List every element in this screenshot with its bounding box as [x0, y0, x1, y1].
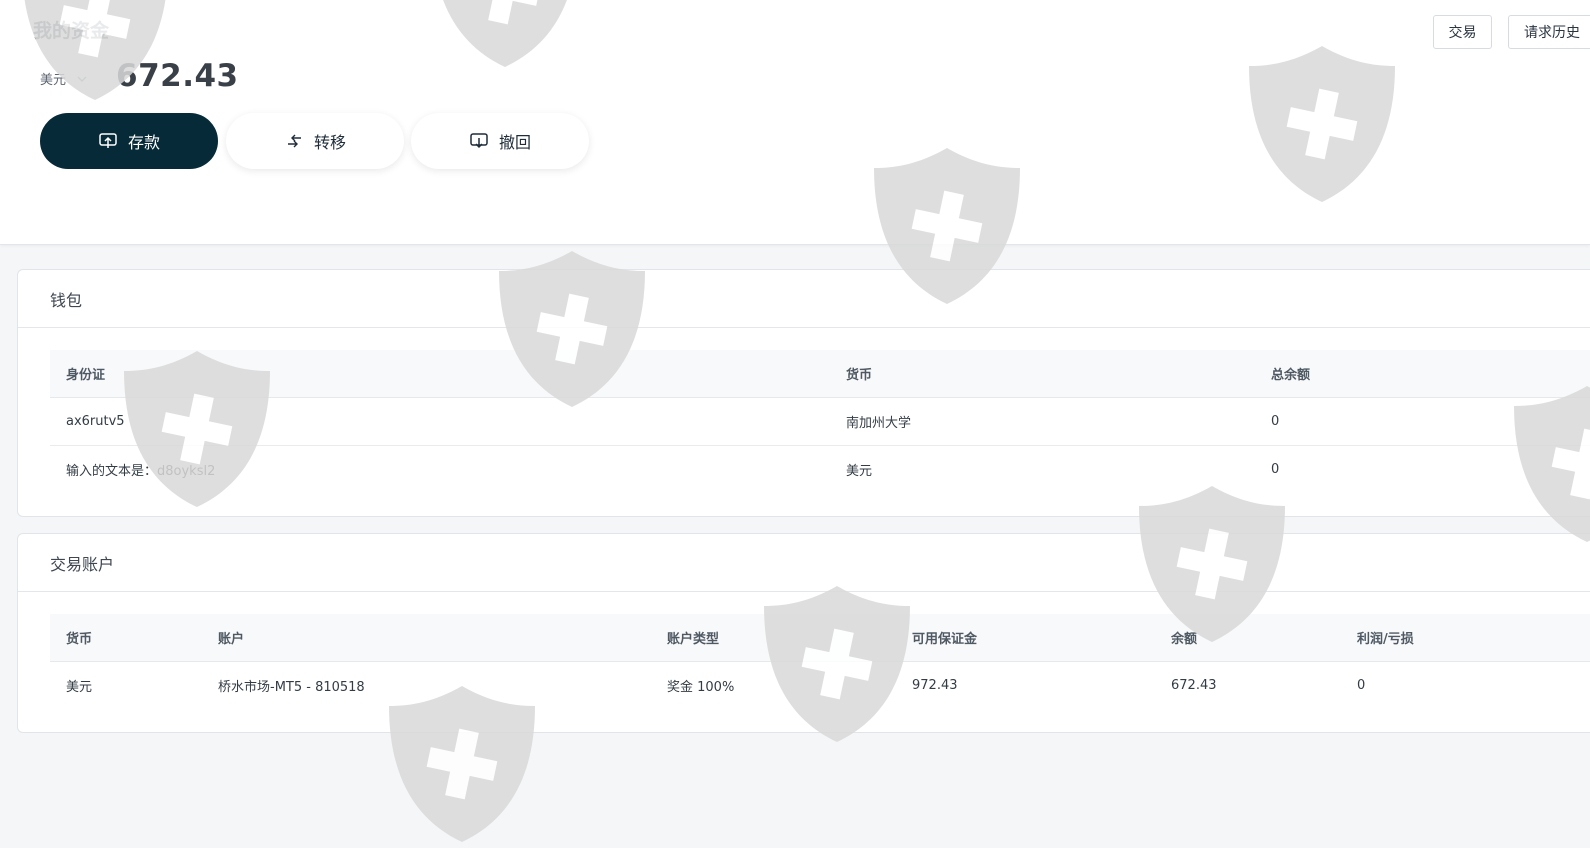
account-name: 桥水市场-MT5 - 810518: [218, 680, 365, 695]
wallet-table: 身份证 货币 总余额 ax6rutv5 南加州大学 0 输入的文本是：d8oyk…: [50, 350, 1590, 493]
currency-select[interactable]: 美元: [40, 69, 88, 88]
account-type: 奖金 100%: [667, 680, 735, 695]
deposit-button-label: 存款: [127, 133, 160, 152]
funds-header-panel: 我的资金 美元 672.43 存款 转移 撤回 交易 请求历史: [0, 0, 1590, 245]
deposit-button[interactable]: 存款: [40, 113, 218, 169]
wallet-table-header: 身份证 货币 总余额: [50, 350, 1590, 398]
table-row: ax6rutv5 南加州大学 0: [50, 398, 1590, 446]
accounts-table-header: 货币 账户 账户类型 可用保证金 余额 利润/亏损: [50, 614, 1590, 662]
column-header-profit-loss: 利润/亏损: [1357, 632, 1414, 647]
wallet-total: 0: [1271, 414, 1280, 429]
balance-amount: 672.43: [116, 58, 239, 94]
transfer-icon: [287, 134, 301, 148]
wallet-currency: 美元: [846, 464, 873, 479]
column-header-account: 账户: [218, 632, 245, 647]
wallet-id: 输入的文本是：d8oyksl2: [66, 464, 216, 479]
wallet-card: 钱包 身份证 货币 总余额 ax6rutv5 南加州大学 0 输入的文本是：d8…: [17, 269, 1590, 517]
deposit-icon: [99, 133, 117, 148]
account-pnl: 0: [1357, 678, 1366, 693]
withdraw-button[interactable]: 撤回: [411, 113, 589, 169]
trading-accounts-title: 交易账户: [18, 534, 1590, 592]
column-header-currency: 货币: [846, 368, 873, 383]
account-free-margin: 972.43: [912, 678, 958, 693]
request-history-button[interactable]: 请求历史: [1508, 15, 1590, 49]
wallet-card-title: 钱包: [18, 270, 1590, 328]
transfer-button[interactable]: 转移: [226, 113, 404, 169]
account-balance: 672.43: [1171, 678, 1217, 693]
wallet-total: 0: [1271, 462, 1280, 477]
account-currency: 美元: [66, 680, 93, 695]
currency-select-value: 美元: [40, 73, 67, 88]
wallet-id: ax6rutv5: [66, 414, 125, 429]
page-title: 我的资金: [33, 20, 110, 42]
table-row[interactable]: 美元 桥水市场-MT5 - 810518 奖金 100% 972.43 672.…: [50, 662, 1590, 709]
column-header-currency: 货币: [66, 632, 93, 647]
wallet-currency: 南加州大学: [846, 416, 912, 431]
transfer-button-label: 转移: [313, 133, 346, 152]
column-header-account-type: 账户类型: [667, 632, 720, 647]
trades-link-button[interactable]: 交易: [1433, 15, 1492, 49]
column-header-id: 身份证: [66, 368, 106, 383]
column-header-total-balance: 总余额: [1271, 368, 1311, 383]
withdraw-button-label: 撤回: [498, 133, 531, 152]
column-header-free-margin: 可用保证金: [912, 632, 978, 647]
withdraw-icon: [470, 133, 488, 149]
table-row: 输入的文本是：d8oyksl2 美元 0: [50, 446, 1590, 493]
chevron-down-icon: [77, 76, 87, 82]
trading-accounts-card: 交易账户 货币 账户 账户类型 可用保证金 余额 利润/亏损 美元 桥水市场-M…: [17, 533, 1590, 733]
accounts-table: 货币 账户 账户类型 可用保证金 余额 利润/亏损 美元 桥水市场-MT5 - …: [50, 614, 1590, 709]
column-header-balance: 余额: [1171, 632, 1198, 647]
